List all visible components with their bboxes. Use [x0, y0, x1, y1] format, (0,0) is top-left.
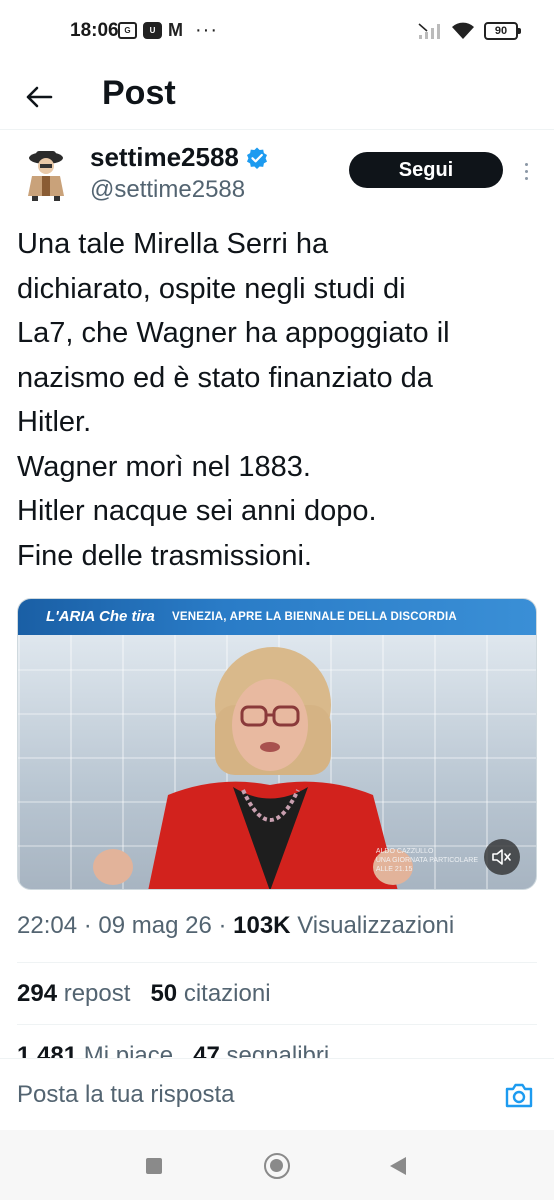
tweet-text: Una tale Mirella Serri ha dichiarato, os… [17, 222, 537, 578]
tweet-line: nazismo ed è stato finanziato da [17, 361, 433, 394]
status-bar: 18:06 G U M ··· 90 [0, 0, 554, 64]
status-time: 18:06 [70, 20, 119, 41]
signal-icon [418, 23, 440, 39]
volume-muted-icon [492, 849, 511, 865]
tv-banner: L'ARIA Che tira VENEZIA, APRE LA BIENNAL… [18, 599, 536, 635]
views-label[interactable]: Visualizzazioni [297, 912, 454, 939]
author-name-row[interactable]: settime2588 [90, 142, 269, 173]
banner-headline: VENEZIA, APRE LA BIENNALE DELLA DISCORDI… [172, 611, 457, 623]
divider [17, 962, 537, 963]
gallery-icon: G [118, 21, 137, 39]
quotes-label[interactable]: citazioni [184, 980, 271, 1007]
video-caption: ALDO CAZZULLO UNA GIORNATA PARTICOLARE A… [375, 848, 478, 873]
gmail-icon: M [168, 20, 183, 40]
wifi-icon [452, 22, 474, 39]
post-date: 09 mag 26 [98, 912, 212, 939]
views-count[interactable]: 103K [233, 912, 290, 939]
more-dots-icon: ··· [195, 19, 218, 41]
follow-button[interactable]: Segui [349, 152, 503, 188]
reposts-count[interactable]: 294 [17, 980, 57, 1007]
tweet-line: La7, che Wagner ha appoggiato il [17, 317, 450, 349]
verified-badge-icon [246, 147, 267, 169]
tweet-line: dichiarato, ospite negli studi di [17, 272, 406, 305]
engagement-stats: 294 repost 50 citazioni [17, 980, 271, 1008]
arrow-left-icon [26, 86, 53, 108]
channel-logo: L'ARIA Che tira [46, 608, 155, 625]
video-frame: ALDO CAZZULLO UNA GIORNATA PARTICOLARE A… [18, 635, 536, 889]
page-title: Post [102, 74, 176, 112]
post-meta: 22:04 · 09 mag 26 · 103K Visualizzazioni [17, 912, 455, 939]
reply-composer: Posta la tua risposta [0, 1058, 554, 1130]
reposts-label[interactable]: repost [64, 980, 131, 1007]
top-app-bar: Post [0, 64, 554, 130]
tweet-line: Wagner morì nel 1883. [17, 450, 311, 483]
notification-icons: G U M ··· [118, 19, 218, 41]
recents-button[interactable] [146, 1158, 162, 1174]
tweet-line: Una tale Mirella Serri ha [17, 228, 329, 260]
reply-input[interactable]: Posta la tua risposta [17, 1081, 234, 1109]
tweet-line: Hitler nacque sei anni dopo. [17, 495, 377, 527]
tweet-line: Fine delle trasmissioni. [17, 539, 312, 572]
back-button[interactable] [18, 76, 60, 118]
system-back-button[interactable] [390, 1157, 406, 1175]
tweet-line: Hitler. [17, 406, 92, 438]
avatar[interactable] [20, 146, 72, 202]
video-player[interactable]: ALDO CAZZULLO UNA GIORNATA PARTICOLARE A… [17, 598, 537, 890]
author-name[interactable]: settime2588 [90, 142, 239, 173]
app-icon: U [143, 21, 162, 39]
system-icons: 90 [418, 21, 521, 41]
post-time: 22:04 [17, 912, 78, 939]
author-handle[interactable]: @settime2588 [90, 176, 245, 204]
more-options-icon[interactable] [520, 156, 532, 186]
home-button[interactable] [264, 1153, 290, 1179]
system-navigation-bar [0, 1130, 554, 1200]
battery-icon: 90 [484, 22, 521, 40]
mute-button[interactable] [484, 839, 520, 875]
engagement-stats-partial: 1.481 Mi piace 47 segnalibri [17, 1040, 537, 1060]
avatar-image [20, 146, 72, 202]
quotes-count[interactable]: 50 [150, 980, 177, 1007]
camera-icon[interactable] [504, 1081, 534, 1109]
divider [17, 1024, 537, 1025]
